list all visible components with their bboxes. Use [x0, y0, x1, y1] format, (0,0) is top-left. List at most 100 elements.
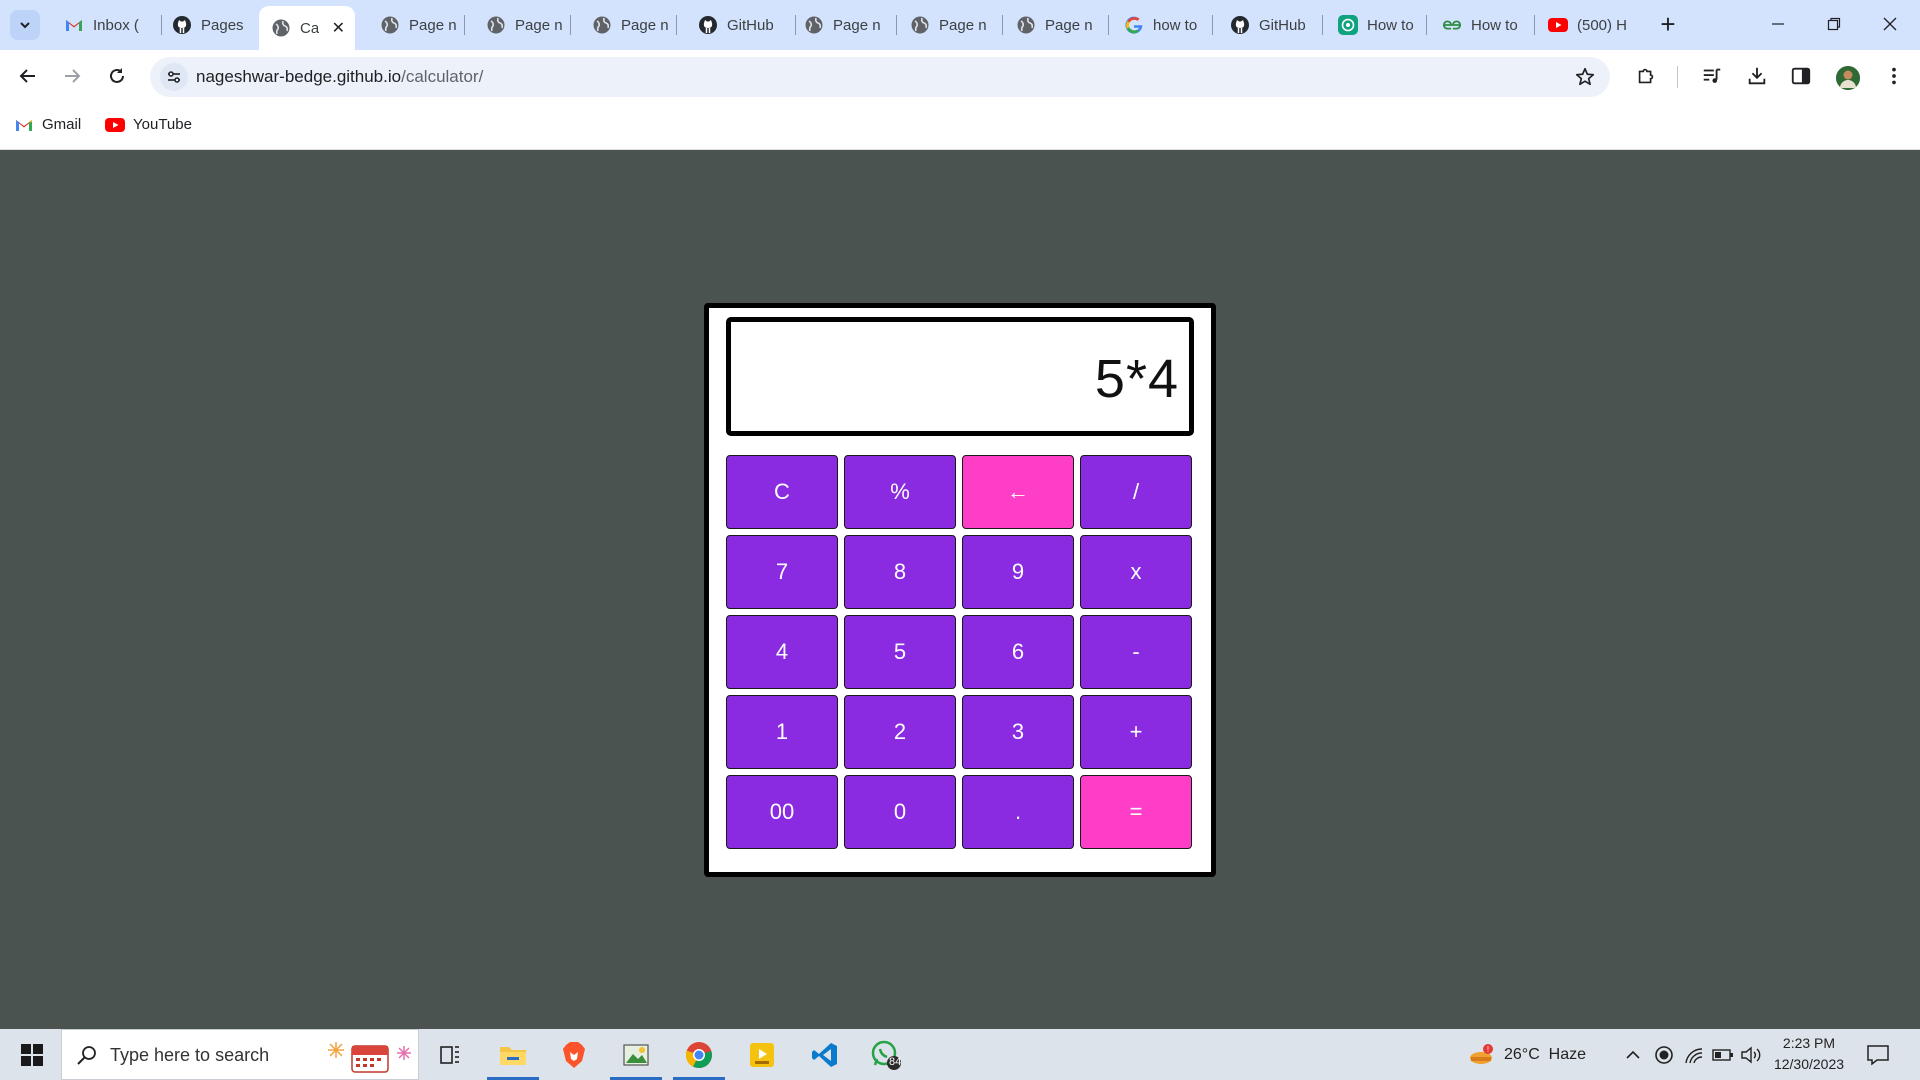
weather-widget[interactable]: ! 26°C Haze: [1468, 1029, 1586, 1080]
tab[interactable]: Page n: [368, 8, 460, 42]
tab[interactable]: How to: [1430, 8, 1530, 42]
reload-button[interactable]: [101, 60, 133, 92]
key-multiply-button[interactable]: x: [1080, 535, 1192, 609]
tab[interactable]: GitHub: [1218, 8, 1318, 42]
key-backspace-button[interactable]: ←: [962, 455, 1074, 529]
tab[interactable]: How to: [1326, 8, 1422, 42]
tab[interactable]: Page n: [1004, 8, 1104, 42]
queue-music-icon: [1703, 68, 1721, 83]
tab-label: Pages: [201, 16, 244, 34]
taskbar-search-box[interactable]: Type here to search: [61, 1029, 419, 1080]
tab-label: Page n: [621, 16, 669, 34]
tab[interactable]: Page n: [474, 8, 566, 42]
restore-button[interactable]: [1812, 6, 1856, 42]
tab-active[interactable]: Ca ✕: [259, 6, 355, 50]
volume-button[interactable]: [1740, 1029, 1762, 1080]
vscode-app[interactable]: [797, 1029, 853, 1080]
bookmark-star-button[interactable]: [1574, 66, 1596, 93]
record-tray-icon-button[interactable]: [1654, 1029, 1674, 1080]
svg-text:!: !: [1487, 1045, 1489, 1054]
gmail-icon: [64, 15, 84, 35]
tab[interactable]: Page n: [792, 8, 892, 42]
folder-icon: [500, 1046, 526, 1065]
search-placeholder: Type here to search: [110, 1045, 270, 1065]
brave-browser-app[interactable]: [546, 1029, 602, 1080]
key-4-button[interactable]: 4: [726, 615, 838, 689]
address-bar[interactable]: nageshwar-bedge.github.io/calculator/: [150, 57, 1610, 97]
key-2-button[interactable]: 2: [844, 695, 956, 769]
tab[interactable]: (500) H: [1536, 8, 1636, 42]
new-tab-button[interactable]: +: [1652, 9, 1684, 41]
tab-search-button[interactable]: [10, 10, 40, 40]
github-icon: [698, 15, 718, 35]
media-controls-button[interactable]: [1698, 62, 1726, 90]
chevron-down-icon: [20, 22, 30, 29]
system-clock[interactable]: 2:23 PM 12/30/2023: [1766, 1033, 1852, 1075]
arrow-left-icon: [19, 69, 35, 83]
tab[interactable]: Pages: [160, 8, 255, 42]
task-view-icon: [440, 1045, 459, 1064]
bookmark-youtube[interactable]: YouTube: [105, 116, 192, 133]
tab[interactable]: Page n: [898, 8, 998, 42]
tab[interactable]: GitHub: [686, 8, 791, 42]
network-button[interactable]: [1684, 1029, 1704, 1080]
battery-icon: [1712, 1048, 1733, 1061]
key-7-button[interactable]: 7: [726, 535, 838, 609]
key-3-button[interactable]: 3: [962, 695, 1074, 769]
tab-separator: [896, 15, 897, 35]
key-5-button[interactable]: 5: [844, 615, 956, 689]
key-6-button[interactable]: 6: [962, 615, 1074, 689]
youtube-icon: [1548, 15, 1568, 35]
picture-icon: [623, 1043, 649, 1066]
key-double-zero-button[interactable]: 00: [726, 775, 838, 849]
tab[interactable]: Page n: [580, 8, 672, 42]
task-view-button[interactable]: [422, 1029, 478, 1080]
minimize-icon: [1772, 23, 1784, 25]
key-9-button[interactable]: 9: [962, 535, 1074, 609]
tab[interactable]: how to: [1112, 8, 1208, 42]
google-icon: [1124, 15, 1144, 35]
extensions-button[interactable]: [1632, 62, 1660, 90]
key-decimal-button[interactable]: .: [962, 775, 1074, 849]
show-hidden-icons-button[interactable]: [1624, 1029, 1642, 1080]
tab-label: Page n: [1045, 16, 1093, 34]
clock-time: 2:23 PM: [1782, 1035, 1836, 1051]
key-1-button[interactable]: 1: [726, 695, 838, 769]
start-button[interactable]: [10, 1029, 54, 1080]
key-subtract-button[interactable]: -: [1080, 615, 1192, 689]
back-button[interactable]: [12, 60, 44, 92]
downloads-button[interactable]: [1743, 62, 1771, 90]
forward-button[interactable]: [56, 60, 88, 92]
minimize-button[interactable]: [1756, 6, 1800, 42]
key-clear-button[interactable]: C: [726, 455, 838, 529]
chrome-icon: [685, 1041, 712, 1068]
key-8-button[interactable]: 8: [844, 535, 956, 609]
close-icon: [1883, 17, 1897, 31]
tab-separator: [1002, 15, 1003, 35]
notification-center-button[interactable]: [1866, 1029, 1890, 1080]
close-window-button[interactable]: [1868, 6, 1912, 42]
bookmark-gmail[interactable]: Gmail: [14, 116, 81, 133]
chrome-menu-button[interactable]: [1880, 62, 1908, 90]
close-tab-icon[interactable]: ✕: [332, 18, 345, 38]
key-percent-button[interactable]: %: [844, 455, 956, 529]
image-app[interactable]: [608, 1029, 664, 1080]
key-add-button[interactable]: +: [1080, 695, 1192, 769]
key-equals-button[interactable]: =: [1080, 775, 1192, 849]
download-icon: [1748, 67, 1766, 85]
key-0-button[interactable]: 0: [844, 775, 956, 849]
profile-avatar[interactable]: [1836, 66, 1860, 90]
key-divide-button[interactable]: /: [1080, 455, 1192, 529]
file-explorer-app[interactable]: [485, 1029, 541, 1080]
chrome-app[interactable]: [671, 1029, 727, 1080]
reload-icon: [110, 68, 124, 83]
site-info-button[interactable]: [160, 63, 188, 91]
whatsapp-app[interactable]: 84: [858, 1029, 914, 1080]
browser-toolbar: nageshwar-bedge.github.io/calculator/: [0, 50, 1920, 102]
battery-button[interactable]: [1712, 1029, 1734, 1080]
url-host: nageshwar-bedge.github.io: [196, 67, 402, 86]
side-panel-button[interactable]: [1787, 62, 1815, 90]
tab[interactable]: Inbox (: [52, 8, 157, 42]
tab-label: Ca: [300, 19, 320, 37]
media-player-app[interactable]: [734, 1029, 790, 1080]
